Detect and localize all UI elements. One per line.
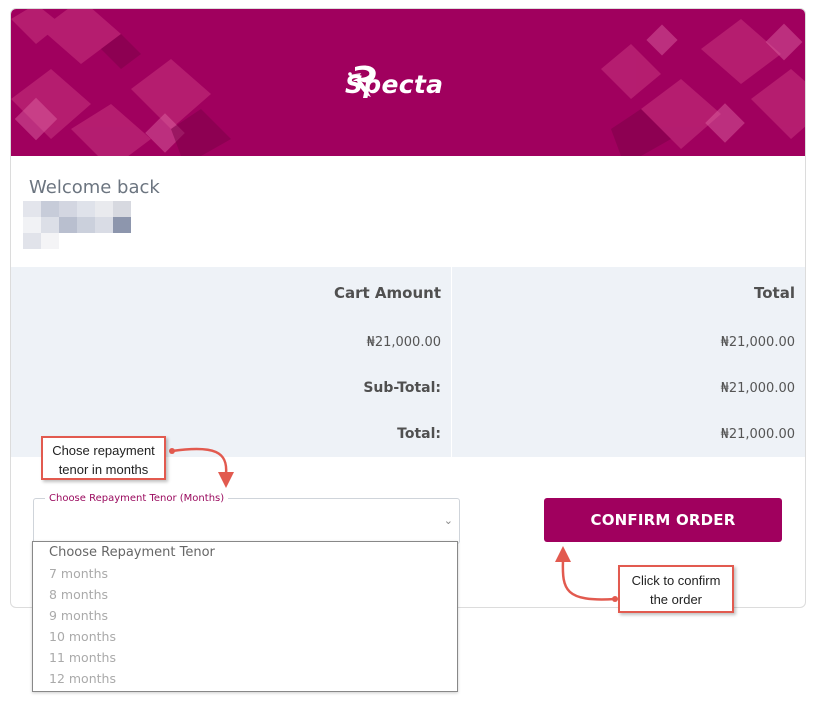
confirm-arrow [561,559,616,601]
tenor-callout: Chose repayment tenor in months [41,436,166,480]
tenor-arrow [171,447,228,475]
tenor-arrow-head [218,472,234,488]
confirm-callout: Click to confirm the order [618,565,734,613]
confirm-arrow-head [555,546,571,562]
